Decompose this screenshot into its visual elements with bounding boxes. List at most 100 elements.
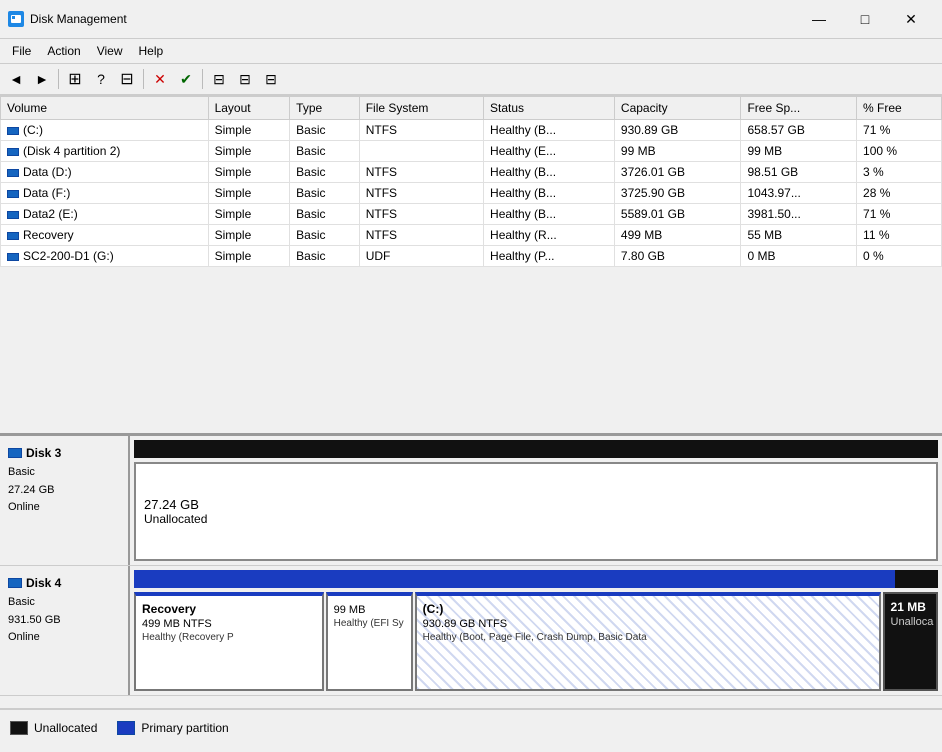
cell-pct: 3 % [857, 162, 942, 183]
disk-4-icon [8, 578, 22, 588]
toolbar: ◄ ► ⊞ ? ⊟ ✕ ✔ ⊟ ⊟ ⊟ [0, 64, 942, 96]
disk-3-icon [8, 448, 22, 458]
cell-type: Basic [290, 246, 360, 267]
cell-capacity: 3725.90 GB [614, 183, 741, 204]
legend-unallocated-label: Unallocated [34, 721, 97, 735]
volume-icon [7, 169, 19, 177]
cell-status: Healthy (P... [484, 246, 615, 267]
col-type: Type [290, 97, 360, 120]
legend-unallocated: Unallocated [10, 721, 97, 735]
cell-fs: UDF [359, 246, 483, 267]
cell-capacity: 5589.01 GB [614, 204, 741, 225]
disk-4-partitions: Recovery 499 MB NTFS Healthy (Recovery P… [134, 592, 938, 691]
cell-type: Basic [290, 141, 360, 162]
table-row[interactable]: Data (F:) Simple Basic NTFS Healthy (B..… [1, 183, 942, 204]
table-header-row: Volume Layout Type File System Status Ca… [1, 97, 942, 120]
cell-type: Basic [290, 162, 360, 183]
toolbar-btn-9[interactable]: ⊟ [207, 67, 231, 91]
disk-4-bar [134, 570, 938, 588]
disk-3-info: Basic 27.24 GB Online [8, 464, 120, 517]
unallocated-label: Unalloca [891, 616, 930, 628]
maximize-button[interactable]: □ [842, 6, 888, 32]
confirm-button[interactable]: ✔ [174, 67, 198, 91]
minimize-button[interactable]: — [796, 6, 842, 32]
cell-fs: NTFS [359, 204, 483, 225]
cell-capacity: 99 MB [614, 141, 741, 162]
cell-layout: Simple [208, 246, 290, 267]
disk-4-bar-blue-3 [402, 570, 895, 588]
cell-layout: Simple [208, 162, 290, 183]
cell-pct: 71 % [857, 204, 942, 225]
recovery-partition-name: Recovery [142, 602, 316, 616]
c-partition-status: Healthy (Boot, Page File, Crash Dump, Ba… [423, 632, 873, 643]
legend-swatch-unallocated [10, 721, 28, 735]
table-row[interactable]: (C:) Simple Basic NTFS Healthy (B... 930… [1, 120, 942, 141]
col-filesystem: File System [359, 97, 483, 120]
cell-status: Healthy (B... [484, 183, 615, 204]
cell-free: 3981.50... [741, 204, 857, 225]
disk-3-partition[interactable]: 27.24 GB Unallocated [134, 462, 938, 561]
cell-type: Basic [290, 204, 360, 225]
recovery-partition-status: Healthy (Recovery P [142, 632, 316, 643]
cell-fs: NTFS [359, 120, 483, 141]
cell-status: Healthy (R... [484, 225, 615, 246]
help-button[interactable]: ? [89, 67, 113, 91]
main-content: Volume Layout Type File System Status Ca… [0, 96, 942, 752]
legend-bar: Unallocated Primary partition [0, 708, 942, 746]
table-row[interactable]: Data (D:) Simple Basic NTFS Healthy (B..… [1, 162, 942, 183]
table-row[interactable]: (Disk 4 partition 2) Simple Basic Health… [1, 141, 942, 162]
cell-free: 55 MB [741, 225, 857, 246]
cell-free: 658.57 GB [741, 120, 857, 141]
back-button[interactable]: ◄ [4, 67, 28, 91]
cell-fs [359, 141, 483, 162]
cell-status: Healthy (B... [484, 204, 615, 225]
cell-pct: 11 % [857, 225, 942, 246]
efi-partition[interactable]: 99 MB Healthy (EFI Sy [326, 592, 413, 691]
legend-swatch-primary [117, 721, 135, 735]
cell-fs: NTFS [359, 225, 483, 246]
menu-view[interactable]: View [89, 41, 131, 61]
title-bar: Disk Management — □ ✕ [0, 0, 942, 39]
volume-icon [7, 253, 19, 261]
cell-pct: 0 % [857, 246, 942, 267]
recovery-partition[interactable]: Recovery 499 MB NTFS Healthy (Recovery P [134, 592, 324, 691]
disk-3-partition-label: Unallocated [144, 512, 928, 526]
table-row[interactable]: Recovery Simple Basic NTFS Healthy (R...… [1, 225, 942, 246]
cell-layout: Simple [208, 183, 290, 204]
col-layout: Layout [208, 97, 290, 120]
cell-layout: Simple [208, 225, 290, 246]
cell-layout: Simple [208, 204, 290, 225]
volume-icon [7, 211, 19, 219]
legend-primary-label: Primary partition [141, 721, 228, 735]
forward-button[interactable]: ► [30, 67, 54, 91]
menu-help[interactable]: Help [131, 41, 172, 61]
cell-volume: Data (F:) [1, 183, 209, 204]
c-partition-size: 930.89 GB NTFS [423, 618, 873, 630]
cell-pct: 28 % [857, 183, 942, 204]
c-partition[interactable]: (C:) 930.89 GB NTFS Healthy (Boot, Page … [415, 592, 881, 691]
toolbar-btn-10[interactable]: ⊟ [233, 67, 257, 91]
menu-action[interactable]: Action [39, 41, 88, 61]
menu-file[interactable]: File [4, 41, 39, 61]
cell-volume: SC2-200-D1 (G:) [1, 246, 209, 267]
unallocated-partition[interactable]: 21 MB Unalloca [883, 592, 938, 691]
volume-table-area: Volume Layout Type File System Status Ca… [0, 96, 942, 436]
close-button[interactable]: ✕ [888, 6, 934, 32]
cell-fs: NTFS [359, 183, 483, 204]
cell-free: 0 MB [741, 246, 857, 267]
disk-3-partition-size: 27.24 GB [144, 497, 928, 512]
cell-layout: Simple [208, 141, 290, 162]
app-icon [8, 11, 24, 27]
toolbar-btn-5[interactable]: ⊟ [115, 67, 139, 91]
toolbar-btn-3[interactable]: ⊞ [63, 67, 87, 91]
delete-button[interactable]: ✕ [148, 67, 172, 91]
disk-3-label: Disk 3 Basic 27.24 GB Online [0, 436, 130, 565]
toolbar-btn-11[interactable]: ⊟ [259, 67, 283, 91]
disk-4-info: Basic 931.50 GB Online [8, 594, 120, 647]
efi-partition-size: 99 MB [334, 604, 405, 616]
disk-4-row: Disk 4 Basic 931.50 GB Online [0, 566, 942, 696]
col-freespace: Free Sp... [741, 97, 857, 120]
cell-volume: Data2 (E:) [1, 204, 209, 225]
table-row[interactable]: Data2 (E:) Simple Basic NTFS Healthy (B.… [1, 204, 942, 225]
table-row[interactable]: SC2-200-D1 (G:) Simple Basic UDF Healthy… [1, 246, 942, 267]
